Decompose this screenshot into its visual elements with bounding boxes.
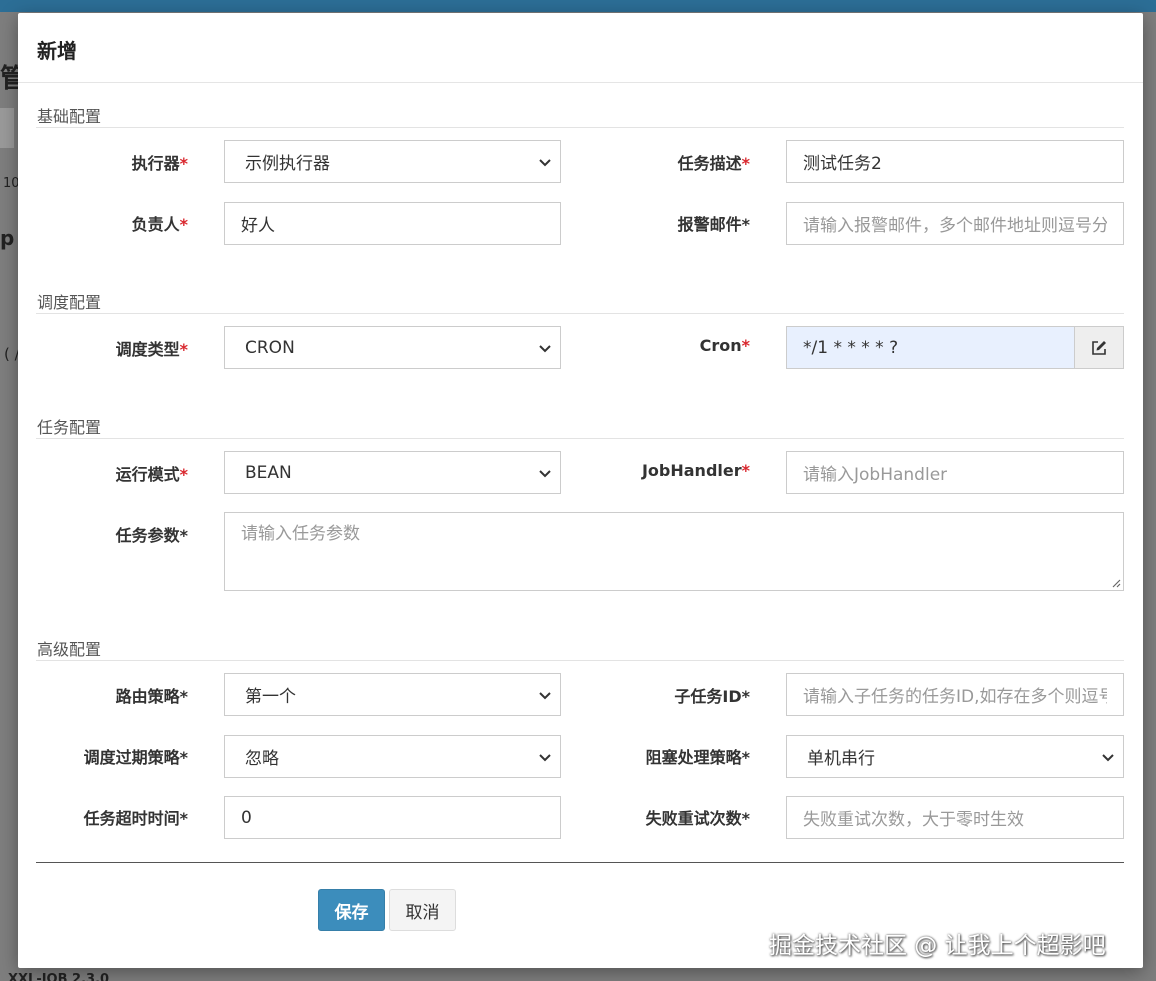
child-job-id-input[interactable]: 请输入子任务的任务ID,如存在多个则逗号分隔 [786,673,1124,716]
route-strategy-label: 路由策略* [115,687,188,706]
route-strategy-value: 第一个 [245,687,296,707]
bg-toolbar-fragment [0,108,14,148]
block-strategy-label: 阻塞处理策略* [645,748,750,767]
section-divider [36,127,1124,128]
job-param-placeholder: 请输入任务参数 [241,524,360,544]
section-title-basic: 基础配置 [37,107,102,126]
cron-value: */1 * * * * ? [803,337,899,358]
alarm-email-input[interactable]: 请输入报警邮件，多个邮件地址则逗号分隔 [786,202,1124,245]
resize-handle-icon[interactable] [1111,578,1121,588]
chevron-down-icon [1102,754,1114,762]
executor-select[interactable]: 示例执行器 [224,140,561,183]
chevron-down-icon [539,692,551,700]
cron-label: Cron* [699,336,750,355]
chevron-down-icon [539,345,551,353]
chevron-down-icon [539,754,551,762]
bg-column-fragment: p [0,226,15,250]
add-job-dialog: 新增 基础配置 执行器* 示例执行器 任务描述* 测试任务2 负责人* 好人 报… [18,13,1143,968]
fail-retry-label: 失败重试次数* [645,809,750,828]
child-job-id-label: 子任务ID* [674,687,750,706]
dialog-title: 新增 [37,39,77,63]
executor-value: 示例执行器 [245,154,330,174]
timeout-label: 任务超时时间* [83,809,188,828]
misfire-strategy-value: 忽略 [245,749,279,769]
block-strategy-value: 单机串行 [807,749,875,769]
schedule-type-select[interactable]: CRON [224,326,561,369]
section-divider [36,313,1124,314]
dialog-header: 新增 [18,13,1143,83]
schedule-type-value: CRON [245,337,295,358]
section-divider [36,438,1124,439]
timeout-value: 0 [241,807,252,828]
section-divider [36,660,1124,661]
child-job-id-placeholder: 请输入子任务的任务ID,如存在多个则逗号分隔 [803,687,1107,707]
section-title-schedule: 调度配置 [37,293,102,312]
fail-retry-placeholder: 失败重试次数，大于零时生效 [803,810,1024,830]
run-mode-select[interactable]: BEAN [224,451,561,494]
fail-retry-input[interactable]: 失败重试次数，大于零时生效 [786,796,1124,839]
job-handler-input[interactable]: 请输入JobHandler [786,451,1124,494]
executor-label: 执行器* [131,154,188,173]
misfire-strategy-select[interactable]: 忽略 [224,735,561,778]
run-mode-value: BEAN [245,462,292,483]
job-handler-placeholder: 请输入JobHandler [803,465,948,485]
author-label: 负责人* [131,215,188,234]
edit-icon [1092,340,1106,355]
footer-divider [36,862,1124,863]
job-param-textarea[interactable]: 请输入任务参数 [224,512,1124,591]
chevron-down-icon [539,159,551,167]
bg-footer-fragment: XXL-JOB 2.3.0 [8,972,110,981]
author-value: 好人 [241,216,275,236]
job-param-label: 任务参数* [115,526,188,545]
watermark: 掘金技术社区 @ 让我上个超影吧 [769,933,1106,959]
section-title-advanced: 高级配置 [37,640,102,659]
schedule-type-label: 调度类型* [115,340,188,359]
misfire-strategy-label: 调度过期策略* [83,748,188,767]
timeout-input[interactable]: 0 [224,796,561,839]
alarm-email-placeholder: 请输入报警邮件，多个邮件地址则逗号分隔 [803,216,1107,236]
job-desc-input[interactable]: 测试任务2 [786,140,1124,183]
alarm-email-label: 报警邮件* [677,215,750,234]
cron-edit-button[interactable] [1074,326,1124,369]
job-desc-label: 任务描述* [677,154,750,173]
app-header-bar [0,0,1156,12]
chevron-down-icon [539,470,551,478]
section-title-task: 任务配置 [37,418,102,437]
save-button[interactable]: 保存 [318,889,385,931]
run-mode-label: 运行模式* [115,465,188,484]
author-input[interactable]: 好人 [224,202,561,245]
job-desc-value: 测试任务2 [803,154,882,174]
job-handler-label: JobHandler* [641,461,750,480]
cron-input[interactable]: */1 * * * * ? [786,326,1076,369]
block-strategy-select[interactable]: 单机串行 [786,735,1124,778]
cancel-button[interactable]: 取消 [389,889,456,931]
route-strategy-select[interactable]: 第一个 [224,673,561,716]
